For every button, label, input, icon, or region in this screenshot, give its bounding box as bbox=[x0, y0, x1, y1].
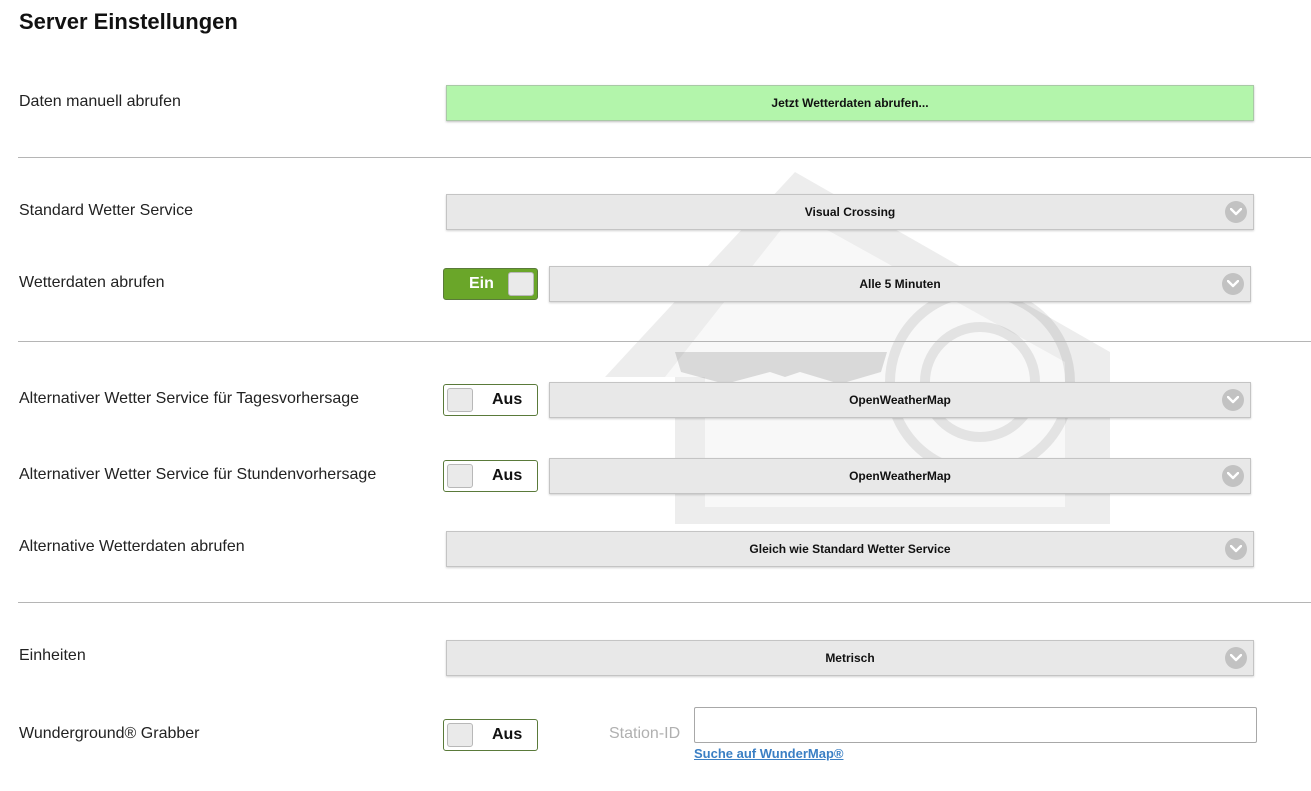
toggle-state: Ein bbox=[469, 275, 494, 292]
alt-fetch-select[interactable]: Gleich wie Standard Wetter Service bbox=[446, 531, 1254, 567]
fetch-weather-toggle[interactable]: Ein bbox=[443, 268, 538, 300]
alt-fetch-value: Gleich wie Standard Wetter Service bbox=[749, 542, 951, 556]
chevron-down-icon bbox=[1222, 465, 1244, 487]
fetch-interval-select[interactable]: Alle 5 Minuten bbox=[549, 266, 1251, 302]
wundermap-search-link[interactable]: Suche auf WunderMap® bbox=[694, 746, 843, 761]
fetch-now-button[interactable]: Jetzt Wetterdaten abrufen... bbox=[446, 85, 1254, 121]
standard-service-select[interactable]: Visual Crossing bbox=[446, 194, 1254, 230]
page-title: Server Einstellungen bbox=[19, 9, 238, 34]
toggle-knob bbox=[447, 464, 473, 488]
toggle-knob bbox=[508, 272, 534, 296]
alt-hourly-value: OpenWeatherMap bbox=[849, 469, 951, 483]
section-divider bbox=[18, 341, 1311, 342]
chevron-down-icon bbox=[1222, 389, 1244, 411]
alt-hourly-select[interactable]: OpenWeatherMap bbox=[549, 458, 1251, 494]
station-id-label: Station-ID bbox=[609, 725, 681, 742]
alt-daily-select[interactable]: OpenWeatherMap bbox=[549, 382, 1251, 418]
alt-daily-label: Alternativer Wetter Service für Tagesvor… bbox=[19, 390, 360, 407]
alt-daily-toggle[interactable]: Aus bbox=[443, 384, 538, 416]
section-divider bbox=[18, 157, 1311, 158]
station-id-input[interactable] bbox=[694, 707, 1257, 743]
alt-fetch-label: Alternative Wetterdaten abrufen bbox=[19, 538, 245, 555]
wunderground-label: Wunderground® Grabber bbox=[19, 725, 200, 742]
standard-service-label: Standard Wetter Service bbox=[19, 202, 194, 219]
toggle-state: Aus bbox=[492, 391, 523, 408]
units-label: Einheiten bbox=[19, 647, 86, 664]
wunderground-toggle[interactable]: Aus bbox=[443, 719, 538, 751]
toggle-state: Aus bbox=[492, 726, 523, 743]
chevron-down-icon bbox=[1225, 538, 1247, 560]
units-select[interactable]: Metrisch bbox=[446, 640, 1254, 676]
section-divider bbox=[18, 602, 1311, 603]
toggle-state: Aus bbox=[492, 467, 523, 484]
alt-hourly-label: Alternativer Wetter Service für Stundenv… bbox=[19, 466, 377, 483]
alt-hourly-toggle[interactable]: Aus bbox=[443, 460, 538, 492]
toggle-knob bbox=[447, 723, 473, 747]
alt-daily-value: OpenWeatherMap bbox=[849, 393, 951, 407]
fetch-weather-label: Wetterdaten abrufen bbox=[19, 274, 165, 291]
standard-service-value: Visual Crossing bbox=[804, 205, 896, 219]
chevron-down-icon bbox=[1222, 273, 1244, 295]
manual-fetch-label: Daten manuell abrufen bbox=[19, 93, 181, 110]
units-value: Metrisch bbox=[825, 651, 875, 665]
fetch-interval-value: Alle 5 Minuten bbox=[859, 277, 941, 291]
toggle-knob bbox=[447, 388, 473, 412]
chevron-down-icon bbox=[1225, 201, 1247, 223]
chevron-down-icon bbox=[1225, 647, 1247, 669]
